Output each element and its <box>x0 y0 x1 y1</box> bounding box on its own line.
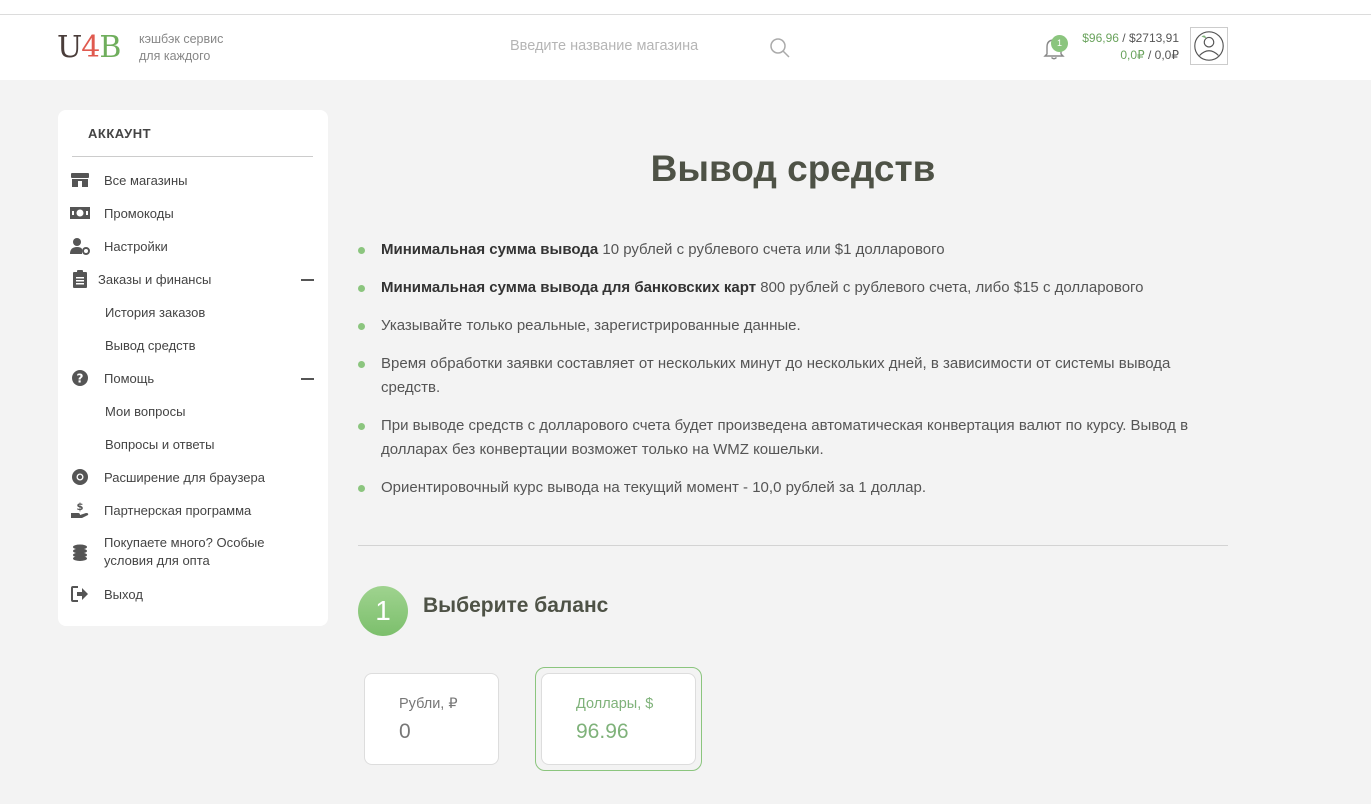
header: U4B кэшбэк сервис для каждого Введите на… <box>0 15 1371 80</box>
sidebar: АККАУНТ Все магазины Промокоды Настройки… <box>58 110 328 626</box>
sidebar-item-partner-program[interactable]: $ Партнерская программа <box>70 500 251 520</box>
list-item: Минимальная сумма вывода 10 рублей с руб… <box>358 238 1228 262</box>
list-item: Время обработки заявки составляет от нес… <box>358 352 1198 400</box>
balance-card-rub[interactable]: Рубли, ₽ 0 <box>364 673 499 765</box>
sidebar-item-my-questions[interactable]: Мои вопросы <box>105 404 185 419</box>
sidebar-item-help[interactable]: ? Помощь <box>70 368 154 388</box>
store-icon <box>70 171 90 189</box>
balance-card-usd[interactable]: Доллары, $ 96.96 <box>541 673 696 765</box>
step-number-badge: 1 <box>358 586 408 636</box>
user-gear-icon <box>70 237 90 255</box>
top-strip <box>0 0 1371 15</box>
svg-text:?: ? <box>77 372 84 386</box>
money-icon <box>70 204 90 222</box>
step-title: Выберите баланс <box>423 594 609 617</box>
search-icon[interactable] <box>769 37 791 59</box>
sidebar-title: АККАУНТ <box>88 126 152 141</box>
sidebar-item-logout[interactable]: Выход <box>70 584 143 604</box>
list-item: Минимальная сумма вывода для банковских … <box>358 276 1228 300</box>
info-list: Минимальная сумма вывода 10 рублей с руб… <box>358 238 1228 500</box>
search-input[interactable]: Введите название магазина <box>510 38 698 54</box>
sidebar-item-withdraw[interactable]: Вывод средств <box>105 338 196 353</box>
sidebar-item-all-stores[interactable]: Все магазины <box>70 170 187 190</box>
sign-out-icon <box>70 585 90 603</box>
sidebar-item-promocodes[interactable]: Промокоды <box>70 203 174 223</box>
list-item: Указывайте только реальные, зарегистриро… <box>358 314 1228 338</box>
hand-money-icon: $ <box>70 501 90 519</box>
avatar[interactable] <box>1190 27 1228 65</box>
tagline: кэшбэк сервис для каждого <box>139 32 224 63</box>
question-icon: ? <box>70 369 90 387</box>
collapse-icon[interactable] <box>301 378 314 380</box>
logo[interactable]: U4B <box>57 31 121 65</box>
clipboard-icon <box>70 270 90 288</box>
svg-text:$: $ <box>77 502 84 513</box>
sidebar-item-order-history[interactable]: История заказов <box>105 305 205 320</box>
notification-badge: 1 <box>1051 35 1068 52</box>
chrome-icon <box>70 468 90 486</box>
sidebar-item-browser-extension[interactable]: Расширение для браузера <box>70 467 265 487</box>
sidebar-item-settings[interactable]: Настройки <box>70 236 168 256</box>
sidebar-item-faq[interactable]: Вопросы и ответы <box>105 437 214 452</box>
sidebar-item-orders-finance[interactable]: Заказы и финансы <box>70 269 211 289</box>
sidebar-item-wholesale[interactable]: Покупаете много? Особые условия для опта <box>70 534 265 570</box>
header-balance[interactable]: $96,96 / $2713,91 0,0₽ / 0,0₽ <box>1082 30 1179 64</box>
coins-icon <box>70 543 90 561</box>
divider <box>72 156 313 157</box>
list-item: Ориентировочный курс вывода на текущий м… <box>358 476 1228 500</box>
list-item: При выводе средств с долларового счета б… <box>358 414 1208 462</box>
collapse-icon[interactable] <box>301 279 314 281</box>
divider <box>358 545 1228 546</box>
page-title: Вывод средств <box>650 148 936 189</box>
